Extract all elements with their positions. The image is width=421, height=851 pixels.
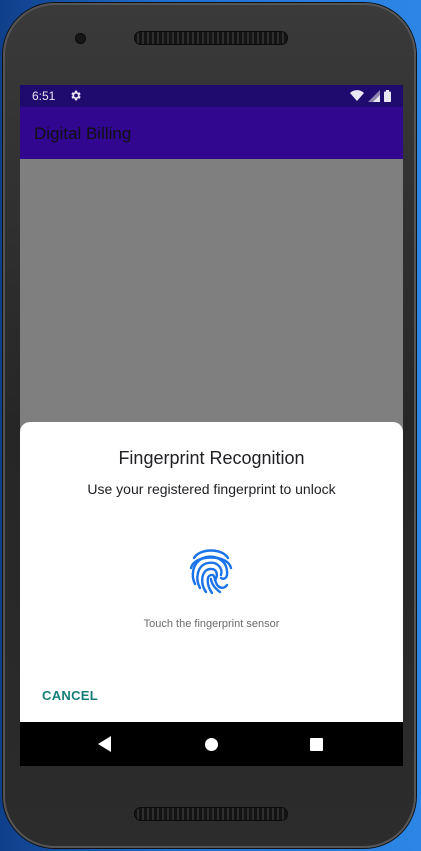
status-icons bbox=[350, 89, 391, 102]
dimmed-app-content[interactable] bbox=[20, 159, 403, 421]
home-icon[interactable] bbox=[205, 738, 218, 751]
signal-icon bbox=[368, 89, 380, 102]
back-icon[interactable] bbox=[98, 736, 111, 752]
front-camera bbox=[76, 34, 85, 43]
status-time: 6:51 bbox=[32, 89, 56, 103]
settings-icon bbox=[71, 90, 81, 101]
fingerprint-icon bbox=[189, 549, 233, 595]
battery-icon bbox=[384, 89, 391, 102]
dialog-subtitle: Use your registered fingerprint to unloc… bbox=[87, 481, 336, 497]
emulator-device-frame: 6:51 Digital Billing Fingerprint Recogni… bbox=[3, 3, 416, 848]
app-title: Digital Billing bbox=[34, 124, 132, 143]
device-screen: 6:51 Digital Billing Fingerprint Recogni… bbox=[20, 85, 403, 766]
app-bar: Digital Billing bbox=[20, 107, 403, 159]
bottom-speaker-grille bbox=[134, 807, 288, 821]
fingerprint-dialog: Fingerprint Recognition Use your registe… bbox=[20, 422, 403, 722]
cancel-button[interactable]: CANCEL bbox=[34, 684, 106, 707]
dialog-title: Fingerprint Recognition bbox=[118, 448, 305, 468]
navigation-bar bbox=[20, 722, 403, 766]
dialog-hint: Touch the fingerprint sensor bbox=[143, 618, 280, 630]
status-bar: 6:51 bbox=[20, 85, 403, 107]
top-speaker-grille bbox=[134, 31, 288, 45]
wifi-icon bbox=[350, 89, 364, 101]
recents-icon[interactable] bbox=[310, 738, 323, 751]
